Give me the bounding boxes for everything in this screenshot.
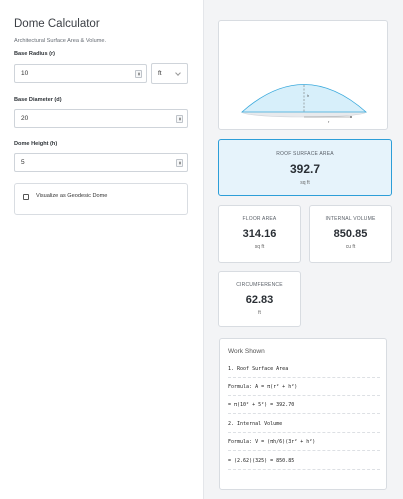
floor-area-unit: sq ft bbox=[254, 244, 265, 250]
work-line: Formula: A = π(r² + h²) bbox=[228, 384, 298, 390]
roof-area-label: ROOF SURFACE AREA bbox=[276, 151, 334, 157]
work-line: = (2.62)(325) = 850.85 bbox=[228, 458, 295, 464]
floor-area-card: FLOOR AREA 314.16 sq ft bbox=[218, 205, 301, 263]
work-line: 2. Internal Volume bbox=[228, 421, 283, 427]
diameter-stepper-icon[interactable] bbox=[176, 115, 183, 123]
work-divider bbox=[228, 432, 380, 433]
circumference-unit: ft bbox=[258, 310, 261, 316]
chevron-down-icon bbox=[175, 70, 181, 76]
roof-area-value: 392.7 bbox=[289, 162, 321, 176]
page-subtitle: Architectural Surface Area & Volume. bbox=[14, 38, 107, 44]
volume-card: INTERNAL VOLUME 850.85 cu ft bbox=[309, 205, 392, 263]
dome-diagram-svg: h r bbox=[240, 84, 368, 124]
circumference-label: CIRCUMFERENCE bbox=[236, 282, 283, 288]
floor-area-label: FLOOR AREA bbox=[242, 216, 277, 222]
height-input[interactable]: 5 bbox=[14, 153, 188, 172]
roof-area-unit: sq ft bbox=[300, 180, 310, 186]
work-line: Formula: V = (πh/6)(3r² + h²) bbox=[228, 439, 316, 445]
work-divider bbox=[228, 413, 380, 414]
work-divider bbox=[228, 450, 380, 451]
radius-input[interactable]: 10 bbox=[14, 64, 147, 83]
circumference-card: CIRCUMFERENCE 62.83 ft bbox=[218, 271, 301, 327]
floor-area-value: 314.16 bbox=[242, 228, 277, 240]
work-divider bbox=[228, 469, 380, 470]
work-divider bbox=[228, 395, 380, 396]
page-title: Dome Calculator bbox=[14, 18, 100, 30]
unit-value: ft bbox=[158, 70, 162, 77]
diameter-value: 20 bbox=[21, 115, 29, 122]
geodesic-label: Visualize as Geodesic Dome bbox=[36, 193, 108, 199]
volume-unit: cu ft bbox=[345, 244, 356, 250]
geodesic-option[interactable]: Visualize as Geodesic Dome bbox=[14, 183, 188, 215]
dome-diagram: h r bbox=[218, 20, 388, 130]
work-shown-title: Work Shown bbox=[228, 348, 265, 355]
diameter-input[interactable]: 20 bbox=[14, 109, 188, 128]
height-label-mark: h bbox=[307, 93, 309, 98]
radius-dot bbox=[350, 116, 352, 118]
height-label: Dome Height (h) bbox=[14, 141, 58, 147]
work-line: = π(10² + 5²) = 392.70 bbox=[228, 402, 295, 408]
unit-select[interactable]: ft bbox=[151, 63, 188, 84]
geodesic-checkbox[interactable] bbox=[23, 194, 29, 200]
circumference-value: 62.83 bbox=[245, 294, 274, 306]
roof-area-card: ROOF SURFACE AREA 392.7 sq ft bbox=[218, 139, 392, 196]
radius-label-mark: r bbox=[328, 119, 330, 124]
volume-label: INTERNAL VOLUME bbox=[325, 216, 376, 222]
height-stepper-icon[interactable] bbox=[176, 159, 183, 167]
diameter-label: Base Diameter (d) bbox=[14, 97, 62, 103]
work-line: 1. Roof Surface Area bbox=[228, 366, 289, 372]
volume-value: 850.85 bbox=[333, 228, 368, 240]
work-divider bbox=[228, 377, 380, 378]
radius-value: 10 bbox=[21, 70, 29, 77]
radius-stepper-icon[interactable] bbox=[135, 70, 142, 78]
work-shown-card: Work Shown 1. Roof Surface Area Formula:… bbox=[219, 338, 387, 490]
height-value: 5 bbox=[21, 159, 25, 166]
radius-label: Base Radius (r) bbox=[14, 51, 56, 57]
